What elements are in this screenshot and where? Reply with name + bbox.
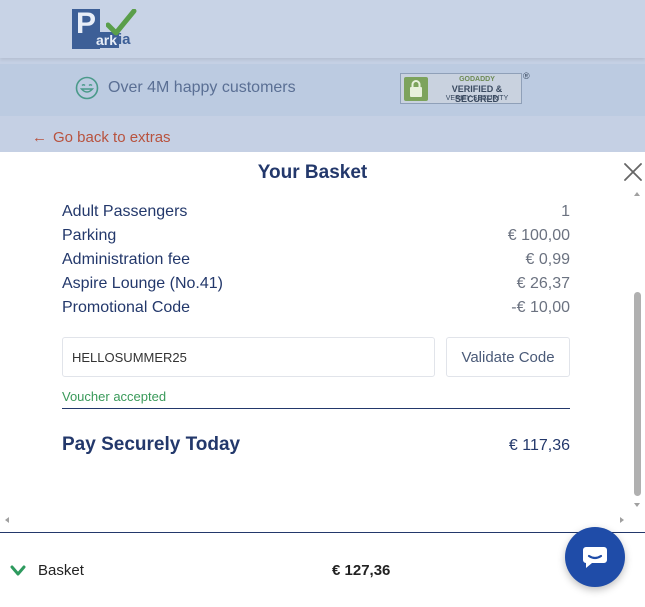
line-item-value: € 0,99	[525, 251, 570, 268]
modal-title: Your Basket	[257, 162, 368, 183]
registered-mark: ®	[523, 71, 530, 81]
scroll-left-arrow-icon[interactable]	[5, 517, 9, 523]
total-divider	[62, 408, 570, 409]
padlock-icon	[404, 77, 428, 101]
vertical-scrollbar[interactable]	[631, 188, 643, 513]
promo-code-input[interactable]	[62, 337, 435, 377]
chat-button[interactable]	[565, 527, 625, 587]
line-item-aspire-lounge: Aspire Lounge (No.41) € 26,37	[62, 272, 570, 296]
seal-brand: GODADDY	[459, 76, 495, 83]
line-item-label: Promotional Code	[62, 299, 191, 316]
line-item-label: Aspire Lounge (No.41)	[62, 275, 223, 292]
scrollbar-thumb[interactable]	[634, 292, 641, 496]
seal-subtitle: VERIFY SECURITY	[445, 95, 509, 102]
happy-customers-text: Over 4M happy customers	[108, 79, 296, 96]
validate-code-button[interactable]: Validate Code	[446, 337, 570, 377]
scroll-down-arrow-icon[interactable]	[634, 503, 640, 507]
line-item-value: € 26,37	[516, 275, 570, 292]
basket-line-items: Adult Passengers 1 Parking € 100,00 Admi…	[62, 200, 570, 320]
line-item-promotional-code: Promotional Code -€ 10,00	[62, 296, 570, 320]
voucher-status-message: Voucher accepted	[62, 389, 167, 404]
line-item-administration-fee: Administration fee € 0,99	[62, 248, 570, 272]
back-link-label: Go back to extras	[53, 129, 171, 146]
pay-today-label: Pay Securely Today	[62, 434, 241, 455]
smiley-icon	[75, 76, 99, 100]
line-item-parking: Parking € 100,00	[62, 224, 570, 248]
arrow-left-icon: ←	[32, 129, 47, 146]
basket-total-amount: € 127,36	[332, 562, 391, 579]
pay-today-amount: € 117,36	[508, 437, 570, 454]
basket-footer-bar: Basket € 127,36	[0, 527, 645, 607]
logo-text-via: ia	[118, 31, 131, 48]
line-item-label: Administration fee	[62, 251, 191, 268]
line-item-value: -€ 10,00	[511, 299, 570, 316]
parkvia-logo[interactable]: P ark ia	[72, 9, 137, 51]
godaddy-security-seal[interactable]: GODADDY VERIFIED & SECURED VERIFY SECURI…	[400, 73, 522, 104]
scroll-right-arrow-icon[interactable]	[620, 517, 624, 523]
back-to-extras-link[interactable]: ← Go back to extras	[32, 129, 171, 146]
line-item-value: € 100,00	[507, 227, 570, 244]
line-item-adult-passengers: Adult Passengers 1	[62, 200, 570, 224]
basket-toggle-label[interactable]: Basket	[38, 562, 84, 579]
close-icon[interactable]	[622, 161, 644, 183]
scroll-up-arrow-icon[interactable]	[634, 192, 640, 196]
line-item-value: 1	[561, 203, 570, 220]
line-item-label: Parking	[62, 227, 117, 244]
line-item-label: Adult Passengers	[62, 203, 188, 220]
chevron-down-icon[interactable]	[10, 565, 26, 577]
chat-bubble-icon	[583, 547, 607, 568]
site-header: P ark ia	[0, 0, 645, 58]
